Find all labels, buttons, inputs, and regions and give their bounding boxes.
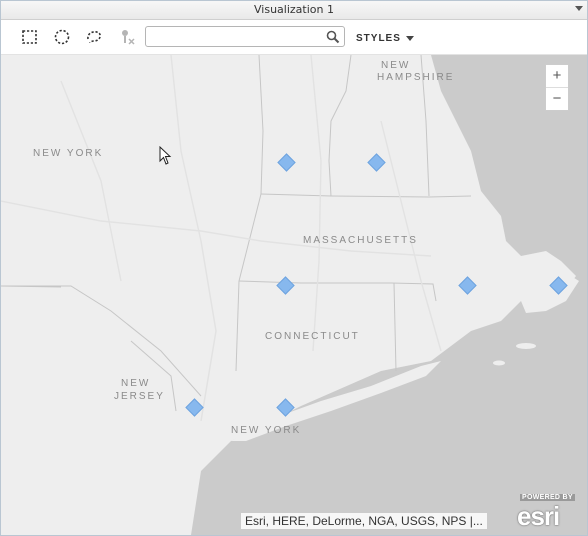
label-new-york-state: NEW YORK xyxy=(33,148,104,159)
label-new-york-long-island: NEW YORK xyxy=(231,425,302,436)
search-icon[interactable] xyxy=(326,30,340,44)
panel-titlebar: Visualization 1 xyxy=(1,1,587,20)
collapse-chevron-icon[interactable] xyxy=(575,6,583,11)
basemap xyxy=(1,55,587,535)
label-new-hampshire-line2: HAMPSHIRE xyxy=(377,72,455,83)
circle-select-icon[interactable] xyxy=(52,27,72,47)
map-canvas[interactable]: NEW HAMPSHIRE NEW YORK MASSACHUSETTS CON… xyxy=(1,55,587,535)
map-search xyxy=(145,26,345,47)
map-attribution[interactable]: Esri, HERE, DeLorme, NGA, USGS, NPS |... xyxy=(241,513,487,529)
visualization-panel: Visualization 1 STYLES NEW HAMPSHIRE NEW… xyxy=(0,0,588,536)
map-toolbar: STYLES xyxy=(1,20,587,55)
zoom-out-button[interactable]: − xyxy=(546,88,568,110)
mouse-pointer-icon xyxy=(159,146,172,165)
label-new-jersey-line2: JERSEY xyxy=(114,391,165,402)
lasso-select-icon[interactable] xyxy=(84,27,104,47)
styles-dropdown[interactable]: STYLES xyxy=(356,33,414,44)
esri-powered-by: POWERED BY xyxy=(520,494,575,501)
styles-label: STYLES xyxy=(356,33,401,44)
zoom-control: + − xyxy=(545,64,569,111)
rectangle-select-icon[interactable] xyxy=(20,27,40,47)
label-new-jersey-line1: NEW xyxy=(121,378,151,389)
label-new-hampshire-line1: NEW xyxy=(381,60,411,71)
chevron-down-icon xyxy=(405,35,414,41)
panel-title: Visualization 1 xyxy=(254,3,334,16)
zoom-in-button[interactable]: + xyxy=(546,65,568,87)
label-massachusetts: MASSACHUSETTS xyxy=(303,235,418,246)
search-input[interactable] xyxy=(150,28,324,46)
esri-logo[interactable]: POWERED BY esri xyxy=(517,493,581,531)
label-connecticut: CONNECTICUT xyxy=(265,331,360,342)
esri-brand: esri xyxy=(517,501,560,531)
clear-selection-icon[interactable] xyxy=(118,27,138,47)
